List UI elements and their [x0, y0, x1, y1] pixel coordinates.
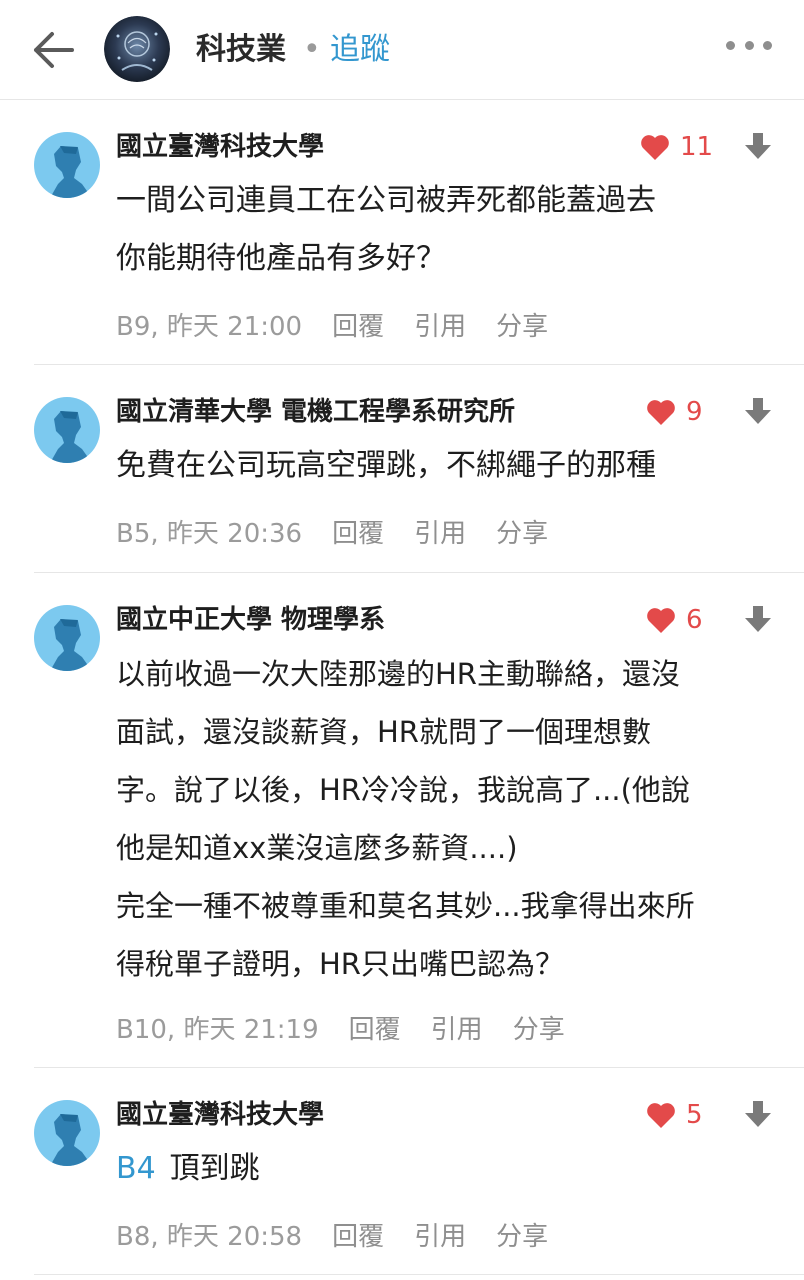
floor-time: B5, 昨天 20:36 [116, 519, 303, 549]
comment-author: 國立臺灣科技大學 [116, 1100, 325, 1130]
follow-button[interactable]: 追蹤 [330, 30, 390, 70]
floor-time: B9, 昨天 21:00 [116, 312, 303, 342]
comment-meta: B5, 昨天 20:36 回覆 引用 分享 [116, 517, 548, 551]
heart-icon [647, 1103, 675, 1128]
comment-item: 國立臺灣科技大學 5 B4 頂到跳 B8, 昨天 20:58 回覆 引用 分享 [0, 1068, 804, 1274]
comment-line: 你能期待他產品有多好？ [116, 241, 446, 276]
floor-time: B10, 昨天 21:19 [116, 1015, 319, 1045]
comment-line: 完全一種不被尊重和莫名其妙...我拿得出來所 [116, 889, 695, 923]
reply-button[interactable]: 回覆 [349, 1013, 401, 1047]
comment-line: 得稅單子證明，HR只出嘴巴認為？ [116, 947, 564, 981]
comment-body: 免費在公司玩高空彈跳，不綁繩子的那種 [116, 437, 776, 495]
floor-quote-link[interactable]: B4 [116, 1151, 156, 1186]
reply-button[interactable]: 回覆 [332, 517, 384, 551]
arrow-down-icon[interactable] [742, 395, 774, 427]
comment-line: 字。說了以後，HR冷冷說，我說高了...(他說 [116, 773, 690, 807]
comment-author: 國立中正大學 物理學系 [116, 605, 386, 635]
comment-line: 面試，還沒談薪資，HR就問了一個理想數 [116, 715, 651, 749]
comment-line: 免費在公司玩高空彈跳，不綁繩子的那種 [116, 448, 656, 483]
comment-meta: B10, 昨天 21:19 回覆 引用 分享 [116, 1013, 565, 1047]
more-dot-icon [744, 40, 754, 50]
floor-time: B8, 昨天 20:58 [116, 1222, 303, 1252]
more-options-button[interactable] [726, 30, 772, 60]
avatar[interactable] [34, 605, 100, 671]
like-button[interactable]: 5 [646, 1100, 703, 1130]
comment-meta: B8, 昨天 20:58 回覆 引用 分享 [116, 1220, 548, 1254]
arrow-down-icon[interactable] [742, 130, 774, 162]
title-separator: • [303, 32, 321, 67]
avatar[interactable] [34, 397, 100, 463]
comment-text: 頂到跳 [169, 1151, 260, 1186]
heart-icon [641, 135, 669, 160]
like-button[interactable]: 9 [646, 397, 703, 427]
like-button[interactable]: 6 [646, 605, 703, 635]
avatar[interactable] [34, 132, 100, 198]
like-count: 9 [686, 397, 703, 427]
comment-body: 一間公司連員工在公司被弄死都能蓋過去 你能期待他產品有多好？ [116, 172, 776, 288]
comment-author: 國立臺灣科技大學 [116, 132, 325, 162]
heart-icon [647, 400, 675, 425]
app-header: 科技業 • 追蹤 [0, 0, 804, 100]
heart-icon [647, 608, 675, 633]
board-avatar[interactable] [104, 16, 170, 82]
back-button[interactable] [28, 26, 76, 74]
comment-item: 國立中正大學 物理學系 6 以前收過一次大陸那邊的HR主動聯絡，還沒 面試，還沒… [0, 573, 804, 1067]
share-button[interactable]: 分享 [496, 310, 548, 344]
avatar[interactable] [34, 1100, 100, 1166]
person-silhouette-icon [50, 1114, 92, 1166]
comment-line: 他是知道xx業沒這麼多薪資....) [116, 831, 518, 865]
like-button[interactable]: 11 [640, 132, 713, 162]
quote-button[interactable]: 引用 [414, 310, 466, 344]
share-button[interactable]: 分享 [496, 517, 548, 551]
comment-author: 國立清華大學 電機工程學系研究所 [116, 397, 516, 427]
board-title: 科技業 [196, 32, 286, 67]
comment-line: B4 頂到跳 [116, 1140, 776, 1198]
share-button[interactable]: 分享 [496, 1220, 548, 1254]
more-dot-icon [763, 40, 772, 50]
arrow-down-icon[interactable] [742, 1098, 774, 1130]
arrow-down-icon[interactable] [742, 603, 774, 635]
quote-button[interactable]: 引用 [414, 517, 466, 551]
comment-item: 國立清華大學 電機工程學系研究所 9 免費在公司玩高空彈跳，不綁繩子的那種 B5… [0, 365, 804, 572]
comment-body: 以前收過一次大陸那邊的HR主動聯絡，還沒 面試，還沒談薪資，HR就問了一個理想數… [116, 645, 776, 993]
divider [34, 1274, 804, 1275]
person-silhouette-icon [50, 146, 92, 198]
comment-item: 國立臺灣科技大學 11 一間公司連員工在公司被弄死都能蓋過去 你能期待他產品有多… [0, 100, 804, 364]
share-button[interactable]: 分享 [513, 1013, 565, 1047]
comment-line: 以前收過一次大陸那邊的HR主動聯絡，還沒 [116, 657, 680, 691]
comment-meta: B9, 昨天 21:00 回覆 引用 分享 [116, 310, 548, 344]
like-count: 11 [680, 132, 714, 162]
quote-button[interactable]: 引用 [431, 1013, 483, 1047]
more-dot-icon [726, 40, 735, 50]
quote-button[interactable]: 引用 [414, 1220, 466, 1254]
person-silhouette-icon [50, 411, 92, 463]
reply-button[interactable]: 回覆 [332, 310, 384, 344]
like-count: 6 [686, 605, 703, 635]
arrow-left-icon [34, 32, 74, 68]
person-silhouette-icon [50, 619, 92, 671]
comment-body: B4 頂到跳 [116, 1140, 776, 1198]
comment-line: 一間公司連員工在公司被弄死都能蓋過去 [116, 183, 656, 218]
like-count: 5 [686, 1100, 703, 1130]
reply-button[interactable]: 回覆 [332, 1220, 384, 1254]
